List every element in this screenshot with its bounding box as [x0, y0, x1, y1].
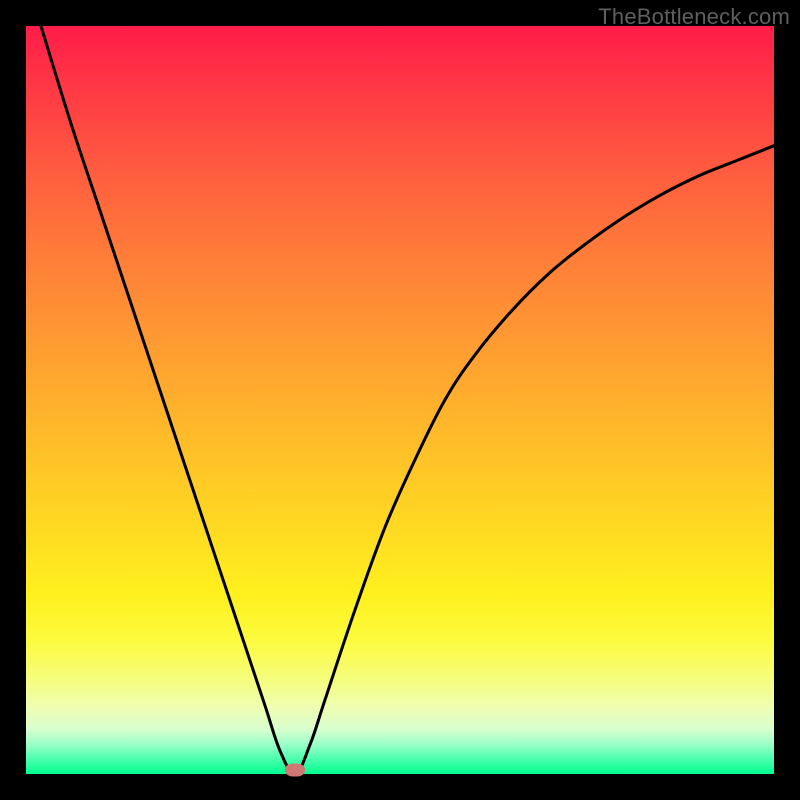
optimal-marker-icon [285, 764, 305, 777]
chart-frame: TheBottleneck.com [0, 0, 800, 800]
bottleneck-curve [26, 26, 774, 774]
watermark-text: TheBottleneck.com [598, 4, 790, 30]
